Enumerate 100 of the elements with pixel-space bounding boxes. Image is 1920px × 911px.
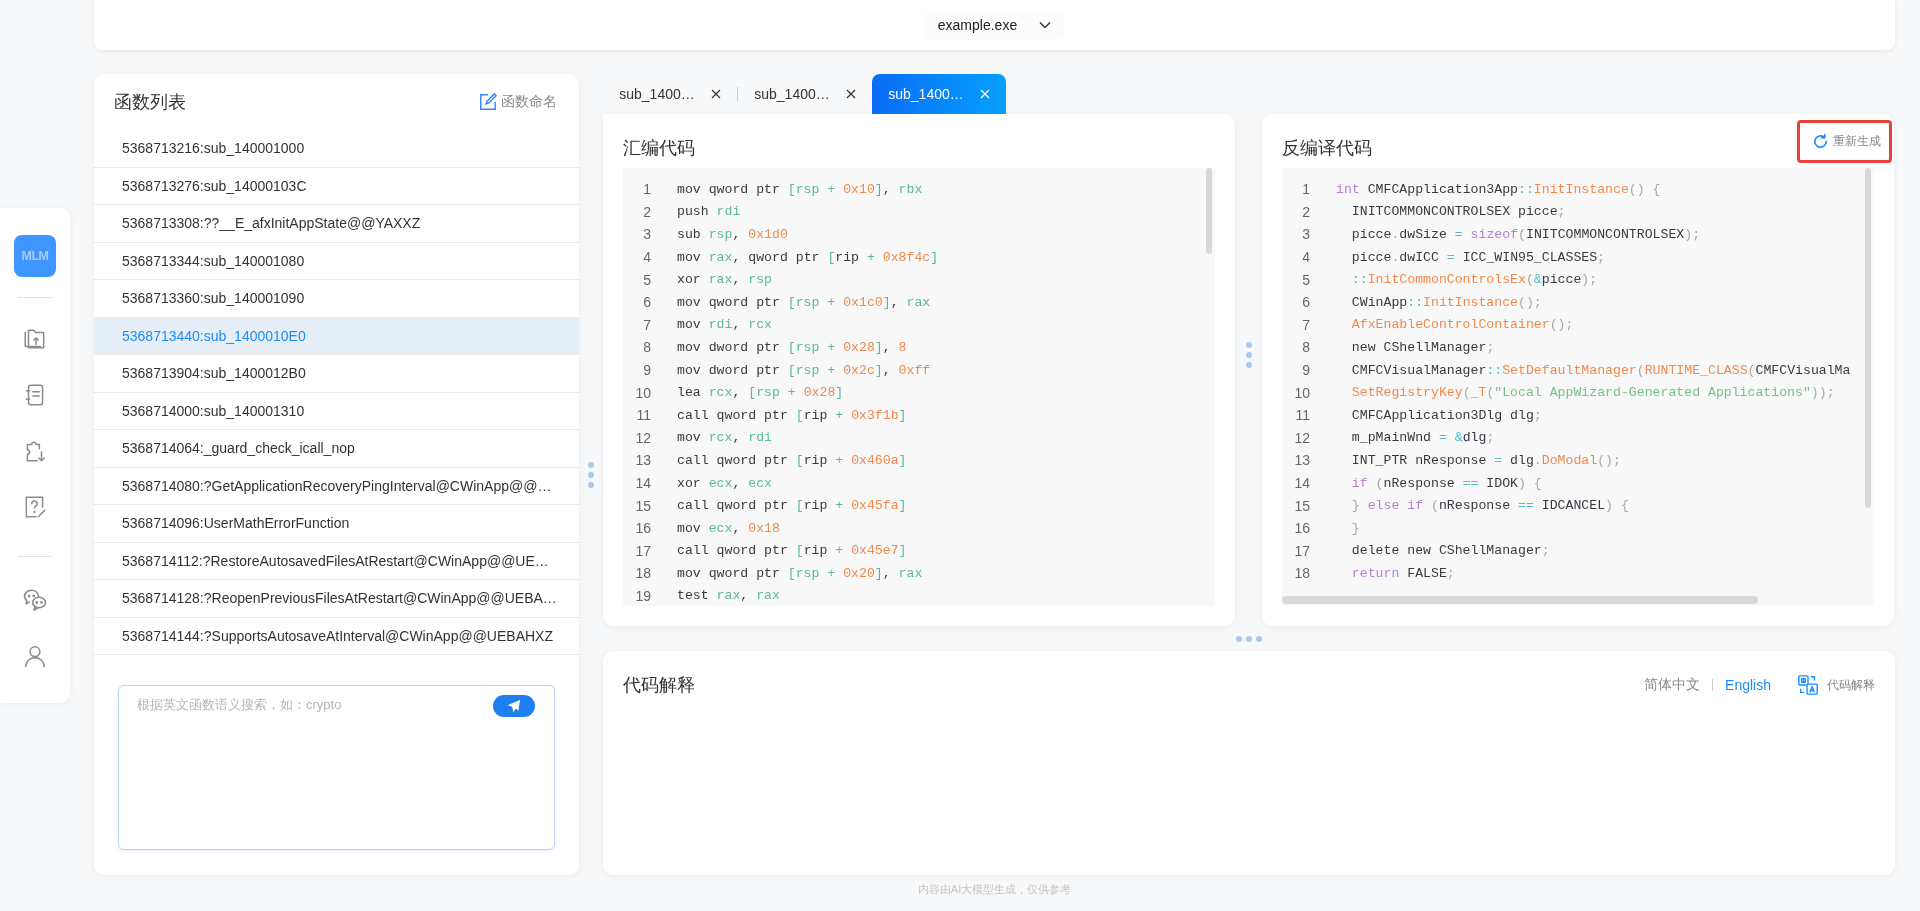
function-item[interactable]: 5368714112:?RestoreAutosavedFilesAtRestart@CWinApp@@UE… xyxy=(94,542,579,580)
resize-handle[interactable] xyxy=(1236,635,1262,642)
function-item[interactable]: 5368713308:??__E_afxInitAppState@@YAXXZ xyxy=(94,205,579,243)
code-line: sub rsp, 0x1d0 xyxy=(677,227,788,242)
code-line: CWinApp::InitInstance(); xyxy=(1350,294,1542,310)
code-line: ::InitCommonControlsEx(&picce); xyxy=(1350,272,1598,288)
line-number: 6 xyxy=(642,294,651,311)
close-icon[interactable] xyxy=(845,89,856,99)
code-line: mov ecx, 0x18 xyxy=(677,520,780,536)
tab[interactable]: sub_1400… xyxy=(872,74,1006,114)
code-line: call qword ptr [rip + 0x45e7] xyxy=(677,543,907,559)
tab[interactable]: sub_1400… xyxy=(603,74,737,114)
chevron-down-icon xyxy=(1039,21,1052,29)
scrollbar[interactable] xyxy=(1206,168,1212,254)
line-number: 13 xyxy=(1293,452,1310,469)
line-number: 5 xyxy=(642,271,651,288)
scrollbar[interactable] xyxy=(1282,596,1758,604)
line-number: 15 xyxy=(634,497,651,514)
function-item[interactable]: 5368714000:sub_140001310 xyxy=(94,392,579,430)
translate-icon xyxy=(1797,674,1819,696)
rename-button[interactable]: 函数命名 xyxy=(477,91,559,113)
tab[interactable]: sub_1400… xyxy=(738,74,872,114)
line-number: 19 xyxy=(634,588,651,604)
line-number: 11 xyxy=(635,407,651,424)
line-number: 16 xyxy=(1293,520,1310,537)
function-item[interactable]: 5368714128:?ReopenPreviousFilesAtRestart@CWinApp@@UEBA… xyxy=(94,580,579,618)
line-number: 13 xyxy=(634,452,651,469)
line-number: 17 xyxy=(1293,542,1310,559)
code-line: test rax, rax xyxy=(677,588,780,604)
function-item[interactable]: 5368714080:?GetApplicationRecoveryPingInterval@CWinApp@@… xyxy=(94,467,579,505)
code-line: mov rax, qword ptr [rip + 0x8f4c] xyxy=(677,249,939,265)
function-item[interactable]: 5368714096:UserMathErrorFunction xyxy=(94,505,579,543)
line-number: 17 xyxy=(634,542,651,559)
scrollbar[interactable] xyxy=(1865,168,1871,508)
line-number: 16 xyxy=(634,520,651,537)
code-line: call qword ptr [rip + 0x460a] xyxy=(677,452,907,468)
line-number: 8 xyxy=(1301,339,1310,356)
line-number: 18 xyxy=(634,565,651,582)
line-number: 2 xyxy=(642,203,651,220)
line-number: 9 xyxy=(642,362,651,379)
line-number: 3 xyxy=(642,226,651,243)
code-line: lea rcx, [rsp + 0x28] xyxy=(677,385,844,401)
resize-handle[interactable] xyxy=(1245,342,1252,368)
line-number: 1 xyxy=(1301,181,1310,198)
line-number: 14 xyxy=(1293,475,1310,491)
regenerate-button[interactable]: 重新生成 xyxy=(1812,132,1881,150)
panel-title: 汇编代码 xyxy=(623,137,695,160)
code-line: CMFCVisualManager::SetDefaultManager(RUNTIME_CLASS(CMFCVisualMa xyxy=(1350,362,1851,378)
code-line: xor ecx, ecx xyxy=(677,475,772,491)
line-number: 10 xyxy=(634,384,651,401)
code-line: push rdi xyxy=(677,204,741,220)
line-number: 12 xyxy=(634,429,651,446)
line-number: 18 xyxy=(1293,565,1310,582)
line-number: 9 xyxy=(1301,362,1310,379)
function-item[interactable]: 5368713904:sub_1400012B0 xyxy=(94,355,579,393)
line-number: 1 xyxy=(642,181,651,198)
code-line: new CShellManager; xyxy=(1350,339,1495,355)
code-line: return FALSE; xyxy=(1350,565,1455,581)
function-item[interactable]: 5368714144:?SupportsAutosaveAtInterval@CWinApp@@UEBAHXZ xyxy=(94,617,579,655)
code-line: INITCOMMONCONTROLSEX picce; xyxy=(1350,204,1566,220)
line-number: 7 xyxy=(642,316,651,333)
code-line: mov dword ptr [rsp + 0x2c], 0xff xyxy=(677,362,931,378)
language-option[interactable]: 简体中文 xyxy=(1644,676,1701,694)
function-item[interactable]: 5368713360:sub_140001090 xyxy=(94,280,579,318)
refresh-icon xyxy=(1812,132,1829,150)
resize-handle[interactable] xyxy=(588,461,594,488)
function-item[interactable]: 5368714064:_guard_check_icall_nop xyxy=(94,430,579,468)
line-number: 7 xyxy=(1301,316,1310,333)
send-button[interactable] xyxy=(493,695,535,717)
code-line: mov qword ptr [rsp + 0x1c0], rax xyxy=(677,294,931,310)
line-number: 6 xyxy=(1301,294,1310,311)
function-item[interactable]: 5368713216:sub_140001000 xyxy=(94,130,579,168)
line-number: 15 xyxy=(1293,497,1310,514)
code-line: SetRegistryKey(_T("Local AppWizard-Generated Applications")); xyxy=(1350,385,1835,401)
code-line: } else if (nResponse == IDCANCEL) { xyxy=(1350,498,1629,514)
code-line: } xyxy=(1350,520,1360,536)
panel-title: 代码解释 xyxy=(623,674,695,697)
code-line: int CMFCApplication3App::InitInstance() { xyxy=(1336,181,1661,197)
code-line: INT_PTR nResponse = dlg.DoModal(); xyxy=(1350,452,1621,468)
code-line: mov dword ptr [rsp + 0x28], 8 xyxy=(677,339,907,355)
function-item[interactable]: 5368713344:sub_140001080 xyxy=(94,242,579,280)
code-line: xor rax, rsp xyxy=(677,272,772,288)
search-field[interactable]: 根据英文函数语义搜索，如：crypto xyxy=(118,685,555,850)
function-item[interactable]: 5368713276:sub_14000103C xyxy=(94,167,579,205)
code-line: mov qword ptr [rsp + 0x20], rax xyxy=(677,565,923,581)
user-icon[interactable] xyxy=(22,643,48,669)
line-number: 14 xyxy=(634,475,651,491)
line-number: 8 xyxy=(642,339,651,356)
line-number: 5 xyxy=(1301,271,1310,288)
line-number: 3 xyxy=(1301,226,1310,243)
line-number: 4 xyxy=(642,249,651,266)
code-line: CMFCApplication3Dlg dlg; xyxy=(1350,407,1542,423)
code-line: m_pMainWnd = &dlg; xyxy=(1350,430,1495,446)
code-line: mov rdi, rcx xyxy=(677,317,772,333)
close-icon[interactable] xyxy=(710,89,721,99)
line-number: 11 xyxy=(1294,407,1310,424)
explain-button[interactable]: 代码解释 xyxy=(1797,674,1875,696)
line-number: 2 xyxy=(1301,203,1310,220)
line-number: 4 xyxy=(1301,249,1310,266)
code-line: mov qword ptr [rsp + 0x10], rbx xyxy=(677,181,923,197)
